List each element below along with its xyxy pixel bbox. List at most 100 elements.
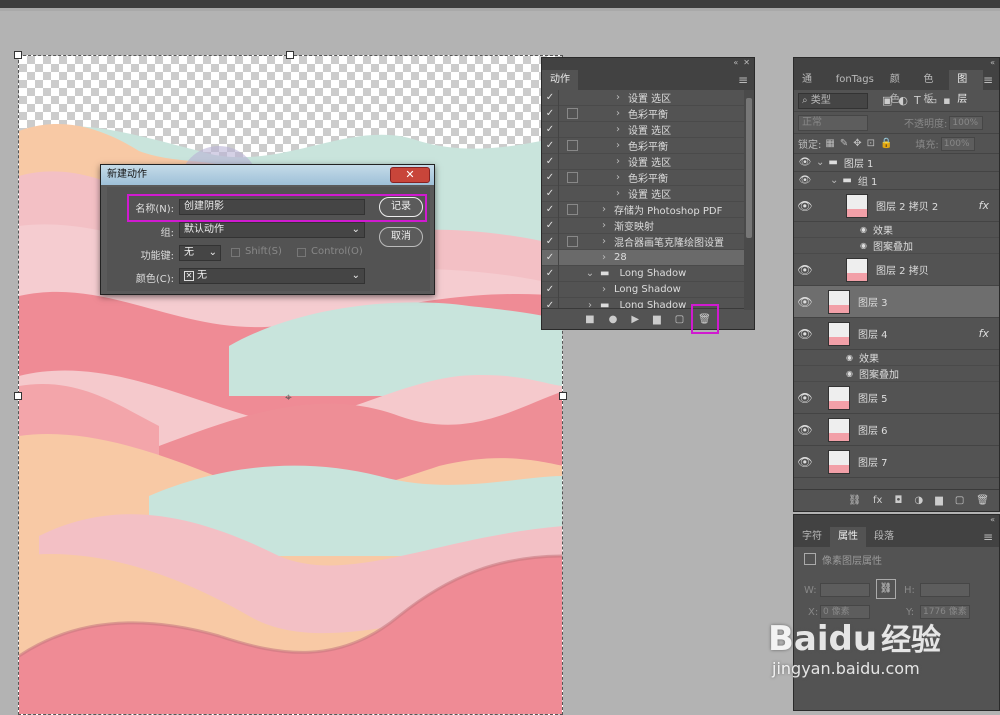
eye-icon[interactable]: 👁 [794, 263, 816, 277]
layer-row[interactable]: 👁 图层 6 [794, 414, 999, 446]
action-row[interactable]: ✓ ⌄ ▬ Long Shadow [542, 265, 754, 282]
layer-row[interactable]: 👁 图层 4 fx [794, 318, 999, 350]
fx-icon[interactable]: fx [979, 199, 989, 212]
fx-icon[interactable]: fx [873, 495, 882, 506]
chevron-right-icon[interactable]: › [612, 108, 624, 119]
action-row[interactable]: ✓ › 渐变映射 [542, 217, 754, 234]
tab-3[interactable]: 色板 [916, 70, 950, 105]
filter-icons[interactable]: ▣◐T▭▪ [882, 94, 957, 107]
panel-menu-icon[interactable]: ≡ [738, 70, 748, 90]
chevron-right-icon[interactable]: › [598, 236, 610, 247]
layer-row[interactable]: 👁 图层 2 拷贝 2 fx [794, 190, 999, 222]
effect-row[interactable]: ◉ 图案叠加 [794, 238, 999, 254]
chevron-right-icon[interactable]: › [612, 172, 624, 183]
layer-row[interactable]: 👁 图层 3 [794, 286, 999, 318]
dialog-toggle-box[interactable] [567, 220, 578, 231]
chevron-right-icon[interactable]: › [612, 188, 624, 199]
play-icon[interactable]: ▶ [631, 314, 639, 325]
dialog-toggle-box[interactable] [567, 236, 578, 247]
dialog-toggle-box[interactable] [567, 252, 578, 263]
chevron-right-icon[interactable]: › [612, 92, 624, 103]
eye-icon[interactable]: 👁 [794, 295, 816, 309]
chevron-right-icon[interactable]: › [612, 156, 624, 167]
eye-icon[interactable]: 👁 [794, 175, 816, 186]
stop-icon[interactable]: ■ [585, 314, 594, 325]
check-icon[interactable]: ✓ [542, 188, 558, 199]
color-select[interactable]: ✕ 无 ⌄ [179, 268, 365, 284]
dialog-toggle-box[interactable] [567, 268, 578, 279]
chevron-right-icon[interactable]: › [598, 204, 610, 215]
chevron-right-icon[interactable]: › [598, 284, 610, 295]
eye-icon[interactable]: ◉ [846, 369, 853, 378]
check-icon[interactable]: ✓ [542, 236, 558, 247]
new-action-icon[interactable]: ▢ [675, 314, 684, 325]
effect-row[interactable]: ◉ 图案叠加 [794, 366, 999, 382]
action-row[interactable]: ✓ › Long Shadow [542, 281, 754, 298]
fx-icon[interactable]: fx [979, 327, 989, 340]
check-icon[interactable]: ✓ [542, 156, 558, 167]
check-icon[interactable]: ✓ [542, 124, 558, 135]
tab-4[interactable]: 图层 [949, 70, 983, 105]
layer-group-2[interactable]: 👁 ⌄ ▬ 组 1 [794, 172, 999, 190]
eye-icon[interactable]: 👁 [794, 423, 816, 437]
eye-icon[interactable]: ◉ [846, 353, 853, 362]
new-set-icon[interactable]: ▆ [653, 314, 661, 325]
link-layers-icon[interactable]: ⛓ [848, 495, 861, 506]
check-icon[interactable]: ✓ [542, 108, 558, 119]
action-row[interactable]: ✓ › 设置 选区 [542, 90, 754, 106]
cancel-button[interactable]: 取消 [379, 227, 423, 247]
action-row[interactable]: ✓ › 混合器画笔克隆绘图设置 [542, 233, 754, 250]
action-row[interactable]: ✓ › 设置 选区 [542, 153, 754, 170]
dialog-toggle-box[interactable] [567, 140, 578, 151]
check-icon[interactable]: ✓ [542, 220, 558, 231]
action-row[interactable]: ✓ › 设置 选区 [542, 121, 754, 138]
effect-row[interactable]: ◉ 效果 [794, 350, 999, 366]
record-icon[interactable]: ● [609, 314, 618, 325]
check-icon[interactable]: ✓ [542, 204, 558, 215]
check-icon[interactable]: ✓ [542, 300, 558, 308]
layer-row[interactable]: 👁 图层 7 [794, 446, 999, 478]
check-icon[interactable]: ✓ [542, 172, 558, 183]
tab-2[interactable]: 颜色 [882, 70, 916, 105]
panel-menu-icon[interactable]: ≡ [983, 527, 993, 547]
tab-1[interactable]: fonTags [828, 70, 882, 90]
dialog-toggle-box[interactable] [567, 188, 578, 199]
transform-handle-top-left[interactable] [14, 51, 22, 59]
scrollbar-thumb[interactable] [746, 98, 752, 238]
filter-type-select[interactable]: ⌕ 类型 [798, 92, 868, 109]
chevron-down-icon[interactable]: ⌄ [584, 268, 596, 279]
chevron-down-icon[interactable]: ⌄ [830, 175, 838, 186]
chevron-down-icon[interactable]: ⌄ [816, 157, 824, 168]
layer-group-1[interactable]: 👁 ⌄ ▬ 图层 1 [794, 154, 999, 172]
check-icon[interactable]: ✓ [542, 268, 558, 279]
h-input[interactable] [920, 583, 970, 597]
panel-menu-icon[interactable]: ≡ [983, 70, 993, 90]
eye-icon[interactable]: 👁 [794, 391, 816, 405]
dialog-close-button[interactable]: ✕ [390, 167, 430, 183]
eye-icon[interactable]: ◉ [860, 241, 867, 250]
document-canvas[interactable] [18, 55, 563, 715]
adjustment-icon[interactable]: ◑ [914, 495, 923, 506]
eye-icon[interactable]: ◉ [860, 225, 867, 234]
function-key-select[interactable]: 无 ⌄ [179, 245, 221, 261]
w-input[interactable] [820, 583, 870, 597]
shift-checkbox[interactable] [231, 248, 240, 257]
action-row[interactable]: ✓ › 色彩平衡 [542, 169, 754, 186]
chevron-right-icon[interactable]: › [598, 252, 610, 263]
check-icon[interactable]: ✓ [542, 252, 558, 263]
chevron-right-icon[interactable]: › [612, 140, 624, 151]
action-row[interactable]: ✓ › 色彩平衡 [542, 137, 754, 154]
group-select[interactable]: 默认动作 ⌄ [179, 222, 365, 238]
tab-actions[interactable]: 动作 [542, 70, 578, 90]
tab-0[interactable]: 字符 [794, 527, 830, 547]
name-input[interactable]: 创建阴影 [179, 199, 365, 215]
action-row[interactable]: ✓ › ▬ Long Shadow [542, 297, 754, 308]
link-icon[interactable]: ⛓ [876, 579, 896, 599]
chevron-right-icon[interactable]: › [598, 220, 610, 231]
dialog-toggle-box[interactable] [567, 300, 578, 308]
tab-1[interactable]: 属性 [830, 527, 866, 547]
layer-row[interactable]: 👁 图层 5 [794, 382, 999, 414]
delete-icon[interactable]: 🗑 [976, 495, 989, 506]
new-group-icon[interactable]: ▆ [935, 495, 943, 506]
opacity-input[interactable]: 100% [949, 115, 984, 130]
